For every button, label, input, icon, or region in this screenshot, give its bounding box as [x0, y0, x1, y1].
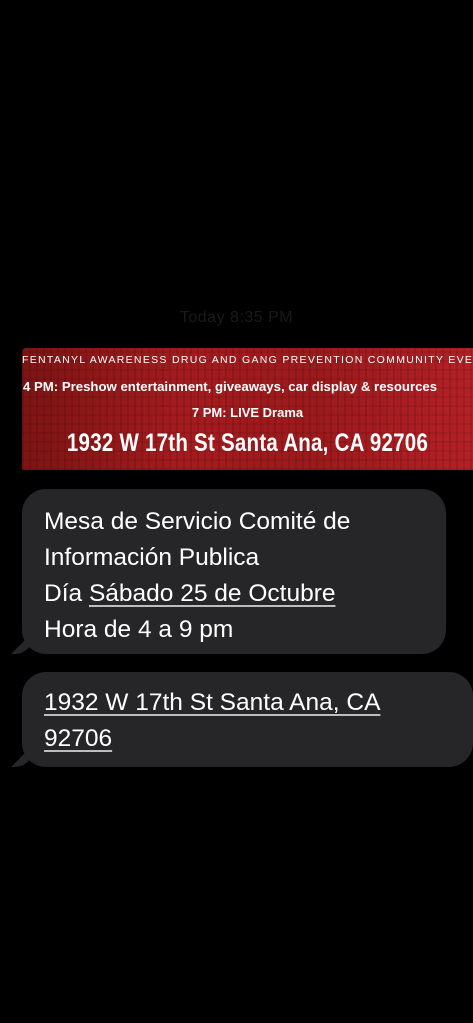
flyer-address-text: 1932 W 17th St Santa Ana, CA 92706: [66, 429, 429, 457]
message-text-line: Hora de 4 a 9 pm: [44, 616, 234, 643]
message-timestamp: Today 8:35 PM: [179, 309, 294, 326]
message-bubble[interactable]: 1932 W 17th St Santa Ana, CA 92706: [22, 672, 473, 767]
date-link[interactable]: Sábado 25 de Octubre: [89, 580, 336, 607]
address-link[interactable]: 1932 W 17th St Santa Ana, CA: [44, 685, 380, 721]
flyer-header-text: FENTANYL AWARENESS DRUG AND GANG PREVENT…: [22, 354, 473, 366]
flyer-drama-text: 7 PM: LIVE Drama: [191, 405, 304, 420]
flyer-preshow-text: 4 PM: Preshow entertainment, giveaways, …: [23, 379, 438, 394]
event-flyer-image[interactable]: FENTANYL AWARENESS DRUG AND GANG PREVENT…: [22, 348, 473, 470]
day-label: Día: [44, 580, 89, 607]
message-text-line: Información Publica: [44, 544, 260, 571]
message-text-line: Mesa de Servicio Comité de: [44, 508, 351, 535]
message-bubble[interactable]: Mesa de Servicio Comité de Información P…: [22, 489, 446, 654]
address-link[interactable]: 92706: [44, 721, 112, 757]
message-text-line: Día Sábado 25 de Octubre: [44, 576, 335, 612]
